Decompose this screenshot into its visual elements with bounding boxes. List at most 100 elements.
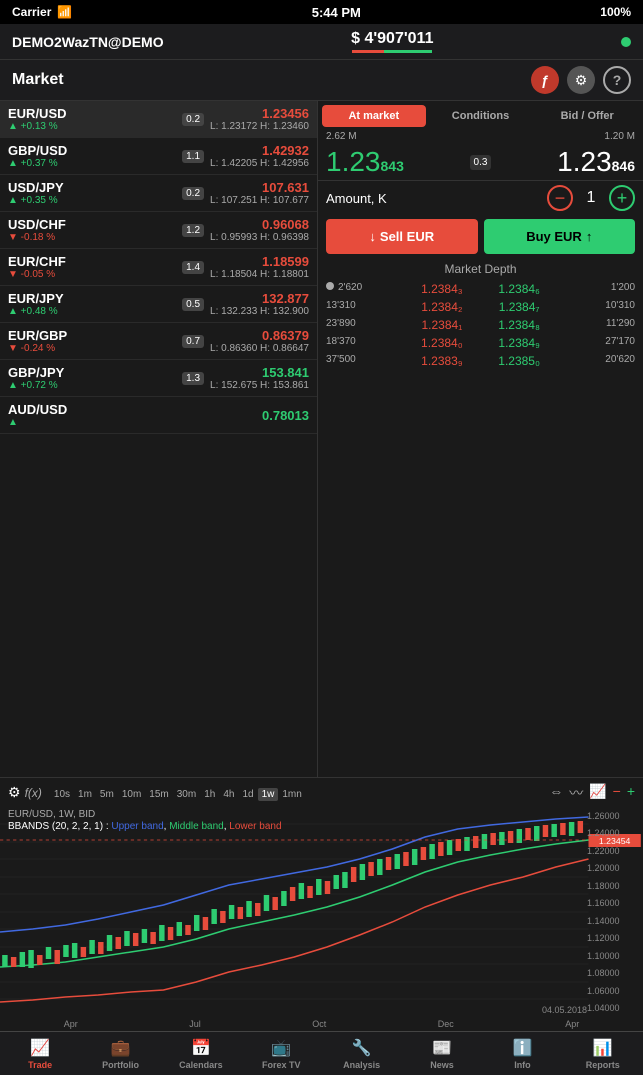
fx-icon[interactable]: f(x) — [25, 786, 42, 800]
chart-area: EUR/USD, 1W, BID BBANDS (20, 2, 2, 1) : … — [0, 807, 643, 1017]
currency-right: 1.42932 L: 1.42205 H: 1.42956 — [210, 143, 309, 169]
price-scale-label: 1.10000 — [587, 951, 639, 961]
timeframe-btn-1w[interactable]: 1w — [258, 788, 279, 801]
wave-icon[interactable]: 〰 — [569, 783, 583, 803]
depth-vol-ask: 27'170 — [558, 336, 635, 350]
currency-right: 0.78013 — [262, 408, 309, 423]
status-bar: Carrier 📶 5:44 PM 100% — [0, 0, 643, 24]
plus-icon[interactable]: + — [627, 783, 635, 803]
timeframe-btn-1mn[interactable]: 1mn — [278, 788, 305, 801]
brand-icon[interactable]: ƒ — [531, 66, 559, 94]
trade-tab-conditions[interactable]: Conditions — [429, 105, 533, 127]
nav-item-info[interactable]: ℹ️ Info — [482, 1032, 562, 1075]
expand-icon[interactable]: ⇔ — [549, 783, 563, 803]
calendars-nav-label: Calendars — [179, 1060, 223, 1070]
nav-item-reports[interactable]: 📊 Reports — [563, 1032, 643, 1075]
amount-row: Amount, K − 1 + — [318, 180, 643, 215]
currency-left: GBP/JPY ▲ +0.72 % — [8, 365, 176, 391]
chart-action-icons: ⇔ 〰 📈 − + — [549, 783, 635, 803]
currency-left: EUR/CHF ▼ -0.05 % — [8, 254, 176, 280]
currency-list: EUR/USD ▲ +0.13 % 0.2 1.23456 L: 1.23172… — [0, 101, 318, 777]
trade-tab-at-market[interactable]: At market — [322, 105, 426, 127]
currency-item[interactable]: AUD/USD ▲ 0.78013 — [0, 397, 317, 434]
currency-hl: L: 1.23172 H: 1.23460 — [210, 121, 309, 132]
currency-pair: USD/CHF — [8, 217, 176, 232]
price-display: 1.23 843 0.3 1.23 846 — [318, 144, 643, 180]
settings-icon[interactable]: ⚙ — [567, 66, 595, 94]
depth-vol-ask: 11'290 — [558, 318, 635, 332]
help-icon[interactable]: ? — [603, 66, 631, 94]
trade-tab-bid-/-offer[interactable]: Bid / Offer — [535, 105, 639, 127]
chart-info-bar: EUR/USD, 1W, BID — [8, 809, 95, 820]
currency-price: 1.18599 — [210, 254, 309, 269]
depth-ask-price: 1.2384₈ — [481, 318, 558, 332]
depth-vol-bid: 13'310 — [326, 300, 403, 314]
currency-item[interactable]: USD/JPY ▲ +0.35 % 0.2 107.631 L: 107.251… — [0, 175, 317, 212]
currency-pair: USD/JPY — [8, 180, 176, 195]
nav-item-news[interactable]: 📰 News — [402, 1032, 482, 1075]
account-balance-container: $ 4'907'011 — [351, 30, 433, 53]
currency-item[interactable]: GBP/USD ▲ +0.37 % 1.1 1.42932 L: 1.42205… — [0, 138, 317, 175]
bid-price-container: 1.23 843 — [326, 148, 404, 176]
account-bar: DEMO2WazTN@DEMO $ 4'907'011 — [0, 24, 643, 60]
market-header: Market ƒ ⚙ ? — [0, 60, 643, 101]
gear-icon: ⚙ — [575, 72, 588, 89]
currency-item[interactable]: EUR/JPY ▲ +0.48 % 0.5 132.877 L: 132.233… — [0, 286, 317, 323]
settings-icon-chart[interactable]: ⚙ — [8, 784, 21, 801]
buy-button[interactable]: Buy EUR ↑ — [484, 219, 636, 254]
balance-bar — [352, 50, 432, 53]
x-axis-label: Oct — [312, 1019, 326, 1029]
currency-price: 1.23456 — [210, 106, 309, 121]
currency-item[interactable]: EUR/USD ▲ +0.13 % 0.2 1.23456 L: 1.23172… — [0, 101, 317, 138]
trend-icon[interactable]: 📈 — [589, 783, 606, 803]
depth-bid-price: 1.2383₉ — [403, 354, 480, 368]
depth-vol-bid: 23'890 — [326, 318, 403, 332]
timeframe-btn-15m[interactable]: 15m — [145, 788, 172, 801]
x-axis-label: Jul — [189, 1019, 201, 1029]
trade-tabs: At marketConditionsBid / Offer — [318, 101, 643, 131]
depth-vol-ask: 10'310 — [558, 300, 635, 314]
timeframe-btn-1h[interactable]: 1h — [200, 788, 219, 801]
timeframe-btn-5m[interactable]: 5m — [96, 788, 118, 801]
timeframe-btn-10m[interactable]: 10m — [118, 788, 145, 801]
currency-price: 107.631 — [210, 180, 309, 195]
vol-left: 2.62 M — [326, 131, 357, 142]
depth-row: 13'310 1.2384₂ 1.2384₇ 10'310 — [326, 298, 635, 316]
price-scale: 1.260001.240001.220001.200001.180001.160… — [587, 807, 639, 1017]
nav-item-trade[interactable]: 📈 Trade — [0, 1032, 80, 1075]
bottom-nav: 📈 Trade 💼 Portfolio 📅 Calendars 📺 Forex … — [0, 1031, 643, 1075]
chart-toolbar: ⚙ f(x) 10s1m5m10m15m30m1h4h1d1w1mn ⇔ 〰 📈… — [0, 777, 643, 807]
sell-button[interactable]: ↓ Sell EUR — [326, 219, 478, 254]
sell-label: Sell EUR — [380, 229, 434, 244]
chart-svg: 1.23454 — [0, 807, 643, 1017]
timeframe-btn-4h[interactable]: 4h — [219, 788, 238, 801]
bbands-label: BBANDS (20, 2, 2, 1) : Upper band, Middl… — [8, 821, 282, 832]
price-scale-label: 1.12000 — [587, 933, 639, 943]
currency-item[interactable]: USD/CHF ▼ -0.18 % 1.2 0.96068 L: 0.95993… — [0, 212, 317, 249]
increase-amount-button[interactable]: + — [609, 185, 635, 211]
decrease-amount-button[interactable]: − — [547, 185, 573, 211]
portfolio-nav-label: Portfolio — [102, 1060, 139, 1070]
minus-icon[interactable]: − — [613, 783, 621, 803]
wifi-icon: 📶 — [57, 5, 72, 19]
connection-status-dot — [621, 37, 631, 47]
bid-price-main: 1.23 843 — [326, 148, 404, 176]
timeframe-btn-30m[interactable]: 30m — [173, 788, 200, 801]
currency-item[interactable]: EUR/GBP ▼ -0.24 % 0.7 0.86379 L: 0.86360… — [0, 323, 317, 360]
nav-item-forextv[interactable]: 📺 Forex TV — [241, 1032, 321, 1075]
nav-item-analysis[interactable]: 🔧 Analysis — [322, 1032, 402, 1075]
currency-badge: 1.2 — [182, 224, 204, 237]
currency-pair: EUR/GBP — [8, 328, 176, 343]
currency-change: ▲ +0.72 % — [8, 380, 176, 391]
nav-item-portfolio[interactable]: 💼 Portfolio — [80, 1032, 160, 1075]
timeframe-btn-1d[interactable]: 1d — [238, 788, 257, 801]
nav-item-calendars[interactable]: 📅 Calendars — [161, 1032, 241, 1075]
currency-badge: 0.2 — [182, 113, 204, 126]
timeframe-btn-10s[interactable]: 10s — [50, 788, 74, 801]
timeframe-btn-1m[interactable]: 1m — [74, 788, 96, 801]
trading-panel: At marketConditionsBid / Offer 2.62 M 1.… — [318, 101, 643, 777]
header-icons: ƒ ⚙ ? — [531, 66, 631, 94]
time-display: 5:44 PM — [312, 5, 361, 20]
currency-item[interactable]: EUR/CHF ▼ -0.05 % 1.4 1.18599 L: 1.18504… — [0, 249, 317, 286]
currency-item[interactable]: GBP/JPY ▲ +0.72 % 1.3 153.841 L: 152.675… — [0, 360, 317, 397]
